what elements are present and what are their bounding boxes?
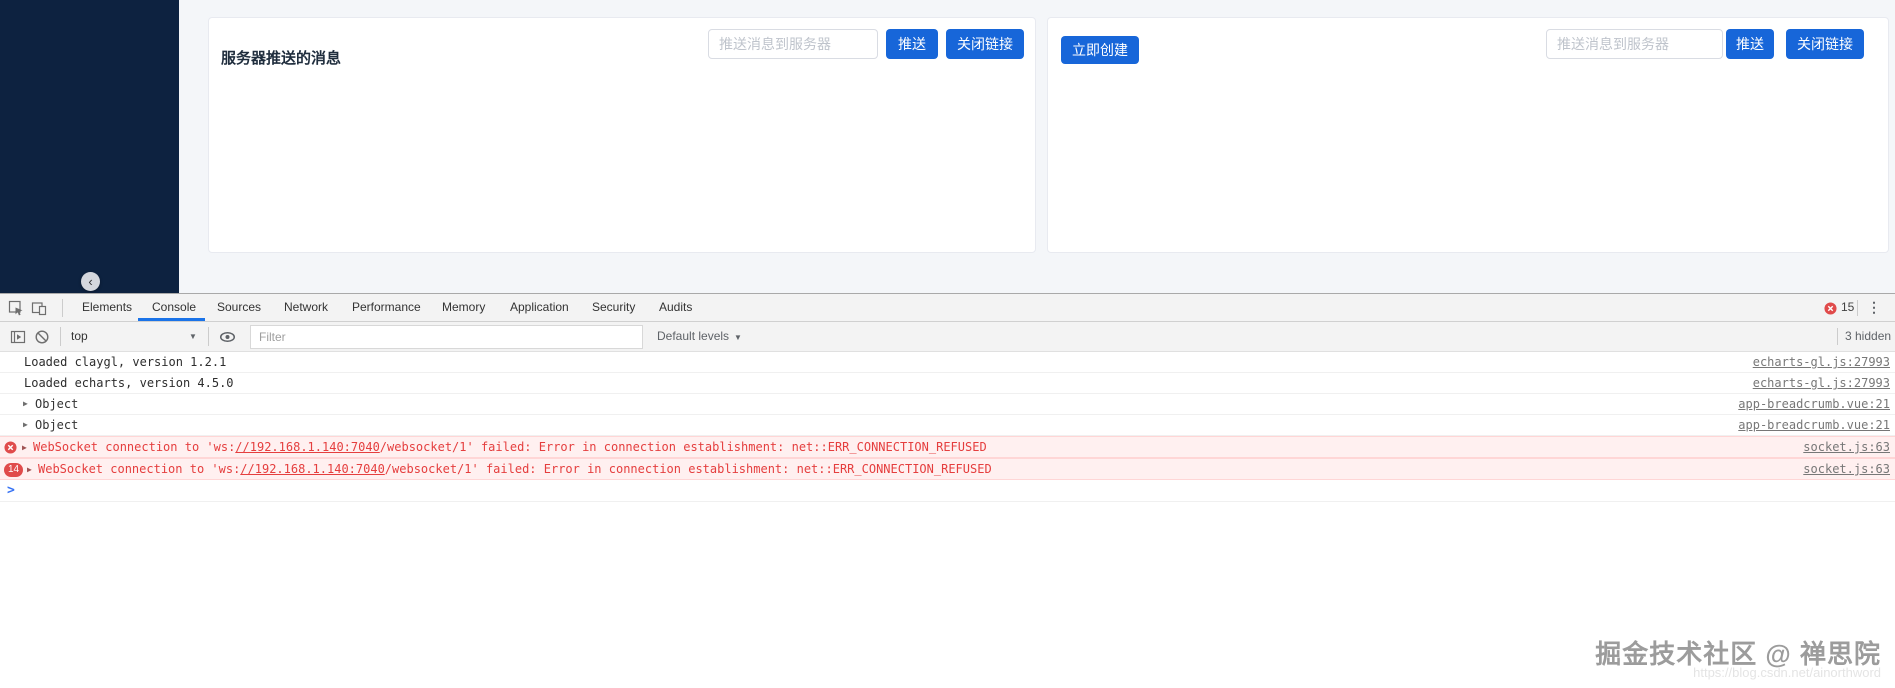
sidebar-collapse-button[interactable]: ‹ (81, 272, 100, 291)
devtools-tabbar: Elements Console Sources Network Perform… (0, 294, 1895, 322)
tab-audits[interactable]: Audits (659, 294, 692, 321)
watermark: 掘金技术社区 @ 禅思院 https://blog.csdn.net/ainor… (1595, 634, 1881, 680)
selected-tab-underline (138, 318, 205, 321)
close-link-button[interactable]: 关闭链接 (946, 29, 1024, 59)
toolbar-separator (1857, 300, 1858, 316)
tab-console[interactable]: Console (152, 294, 196, 321)
tab-performance[interactable]: Performance (352, 294, 421, 321)
panel-title: 服务器推送的消息 (221, 50, 342, 67)
console-object-row: ▶ Object app-breadcrumb.vue:21 (0, 394, 1895, 415)
tab-elements[interactable]: Elements (82, 294, 132, 321)
push-button-2[interactable]: 推送 (1726, 29, 1774, 59)
watermark-url: https://blog.csdn.net/ainorthword (1693, 665, 1881, 680)
create-now-button[interactable]: 立即创建 (1061, 36, 1139, 64)
log-levels-label: Default levels (657, 329, 730, 343)
error-text: WebSocket connection to 'ws://192.168.1.… (33, 440, 987, 454)
toolbar-separator (1837, 328, 1838, 345)
toolbar-separator (62, 299, 63, 317)
tab-sources[interactable]: Sources (217, 294, 261, 321)
console-error-row: 14 ▶ WebSocket connection to 'ws://192.1… (0, 458, 1895, 480)
log-text: Loaded echarts, version 4.5.0 (24, 376, 234, 390)
source-link[interactable]: app-breadcrumb.vue:21 (1738, 415, 1890, 435)
watermark-text: 掘金技术社区 @ 禅思院 (1595, 639, 1881, 669)
error-circle-icon (4, 441, 17, 454)
object-preview[interactable]: Object (35, 394, 78, 414)
prompt-chevron-icon: > (7, 483, 15, 498)
create-panel: 立即创建 推送 关闭链接 (1047, 17, 1889, 253)
source-link[interactable]: echarts-gl.js:27993 (1753, 373, 1890, 393)
source-link[interactable]: echarts-gl.js:27993 (1753, 352, 1890, 372)
source-link[interactable]: app-breadcrumb.vue:21 (1738, 394, 1890, 414)
error-count-icon (1824, 302, 1837, 315)
chevron-down-icon: ▼ (189, 332, 197, 341)
error-text: WebSocket connection to 'ws://192.168.1.… (38, 462, 992, 476)
error-url-link[interactable]: //192.168.1.140:7040 (240, 462, 385, 476)
error-count: 15 (1841, 300, 1855, 314)
push-message-input-2[interactable] (1546, 29, 1723, 59)
console-object-row: ▶ Object app-breadcrumb.vue:21 (0, 415, 1895, 436)
console-log-row: Loaded echarts, version 4.5.0 echarts-gl… (0, 373, 1895, 394)
source-link[interactable]: socket.js:63 (1803, 459, 1890, 480)
screen: ‹ 服务器推送的消息 推送 关闭链接 立即创建 推送 关闭链接 Ele (0, 0, 1895, 688)
push-message-input[interactable] (708, 29, 878, 59)
server-messages-panel: 服务器推送的消息 推送 关闭链接 (208, 17, 1036, 253)
sidebar: ‹ (0, 0, 179, 293)
tab-memory[interactable]: Memory (442, 294, 485, 321)
console-filter-input[interactable] (250, 325, 643, 349)
chevron-down-icon: ▼ (734, 333, 742, 342)
log-text: Loaded claygl, version 1.2.1 (24, 355, 227, 369)
disclosure-triangle-icon[interactable]: ▶ (23, 415, 28, 435)
disclosure-triangle-icon[interactable]: ▶ (23, 394, 28, 414)
close-link-button-2[interactable]: 关闭链接 (1786, 29, 1864, 59)
clear-console-icon[interactable] (34, 329, 50, 345)
push-button[interactable]: 推送 (886, 29, 938, 59)
chevron-left-icon: ‹ (88, 274, 93, 289)
repeat-count-badge: 14 (4, 463, 24, 477)
tab-security[interactable]: Security (592, 294, 635, 321)
toolbar-separator (208, 327, 209, 346)
disclosure-triangle-icon[interactable]: ▶ (22, 437, 27, 458)
console-output: Loaded claygl, version 1.2.1 echarts-gl.… (0, 352, 1895, 502)
console-log-row: Loaded claygl, version 1.2.1 echarts-gl.… (0, 352, 1895, 373)
object-preview[interactable]: Object (35, 415, 78, 435)
log-levels-dropdown[interactable]: Default levels ▼ (657, 322, 742, 351)
inspect-element-icon[interactable] (8, 300, 24, 316)
console-toolbar: top ▼ Default levels ▼ 3 hidden (0, 322, 1895, 352)
execution-context-selector[interactable]: top (71, 322, 201, 351)
tab-network[interactable]: Network (284, 294, 328, 321)
console-sidebar-toggle-icon[interactable] (10, 329, 26, 345)
hidden-messages-count: 3 hidden (1845, 329, 1892, 343)
disclosure-triangle-icon[interactable]: ▶ (27, 459, 32, 480)
toolbar-separator (60, 327, 61, 346)
tab-application[interactable]: Application (510, 294, 569, 321)
device-toolbar-icon[interactable] (31, 300, 47, 316)
devtools-panel: Elements Console Sources Network Perform… (0, 293, 1895, 688)
console-prompt-row[interactable]: > (0, 480, 1895, 502)
devtools-menu-icon[interactable]: ⋮ (1864, 294, 1884, 321)
error-url-link[interactable]: //192.168.1.140:7040 (235, 440, 380, 454)
console-error-row: ▶ WebSocket connection to 'ws://192.168.… (0, 436, 1895, 458)
app-page: ‹ 服务器推送的消息 推送 关闭链接 立即创建 推送 关闭链接 (0, 0, 1895, 293)
source-link[interactable]: socket.js:63 (1803, 437, 1890, 458)
live-expression-eye-icon[interactable] (219, 329, 236, 345)
